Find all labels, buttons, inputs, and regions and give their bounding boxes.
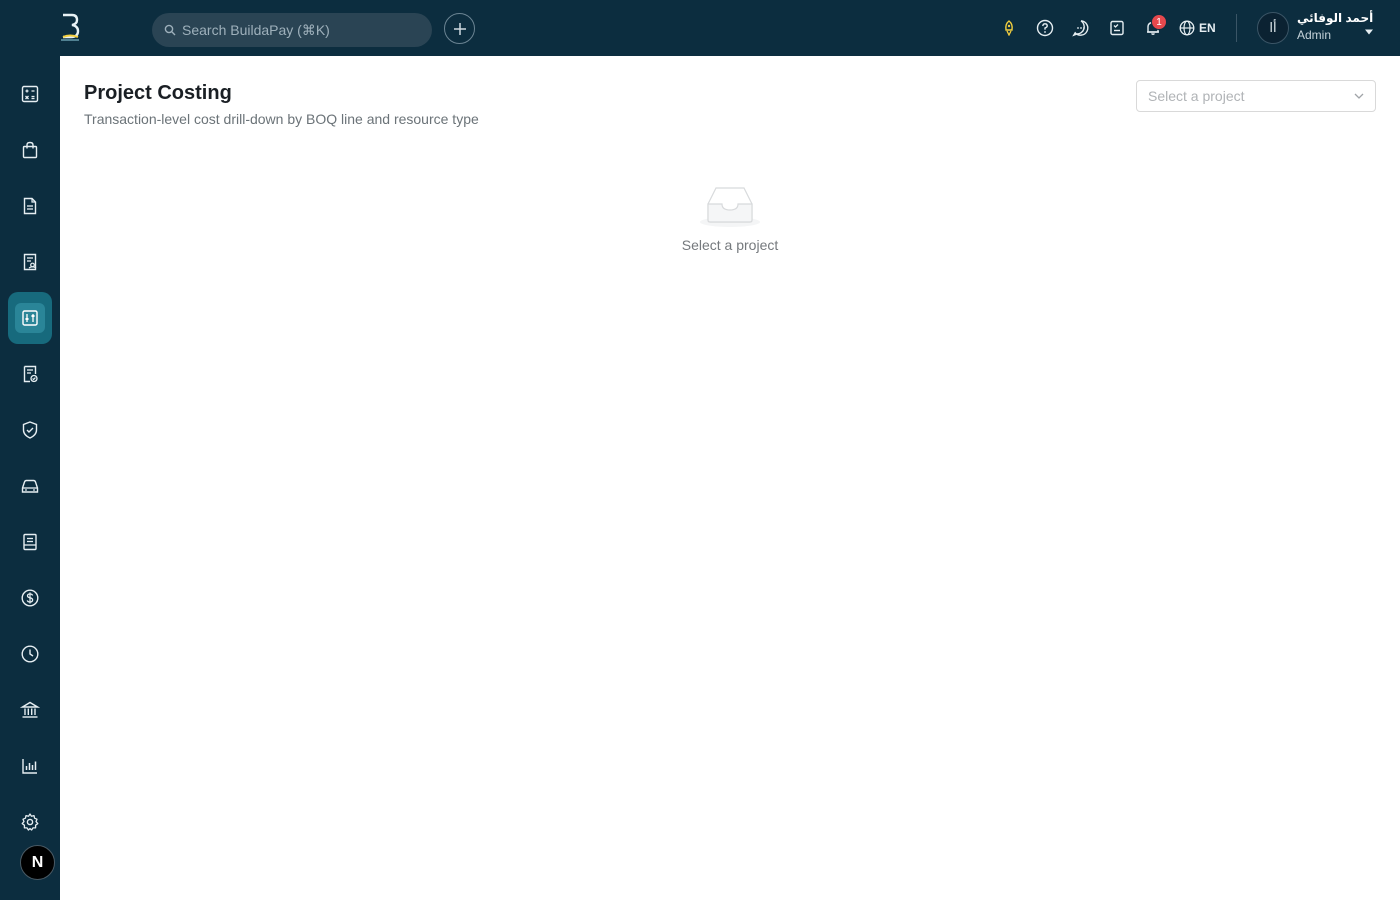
costing-icon (15, 303, 45, 333)
empty-state-text: Select a project (681, 237, 779, 253)
project-select-placeholder: Select a project (1148, 88, 1245, 104)
page-subtitle: Transaction-level cost drill-down by BOQ… (84, 111, 479, 127)
search-icon (164, 24, 176, 36)
language-switcher[interactable]: EN (1179, 17, 1216, 39)
top-header: 1 EN أا أحمد الوفائي Admin (0, 0, 1400, 56)
sidebar-item-settings[interactable] (8, 796, 52, 848)
sidebar-item-fleet[interactable] (8, 460, 52, 512)
sidebar-item-reports[interactable] (8, 740, 52, 792)
sidebar-item-finance[interactable] (8, 572, 52, 624)
car-icon (20, 476, 40, 496)
sidebar-item-estimating[interactable] (8, 68, 52, 120)
help-button[interactable] (1034, 17, 1056, 39)
sidebar-item-timesheets[interactable] (8, 628, 52, 680)
caret-down-icon (1365, 29, 1373, 35)
sidebar-item-procurement[interactable] (8, 124, 52, 176)
document-icon (20, 196, 40, 216)
user-role: Admin (1297, 28, 1332, 42)
search-box[interactable] (152, 13, 432, 47)
sidebar-item-contracts[interactable] (8, 236, 52, 288)
help-icon (1036, 19, 1054, 37)
search-input[interactable] (182, 22, 412, 38)
shield-check-icon (20, 420, 40, 440)
settings-icon (20, 812, 40, 832)
clock-icon (20, 644, 40, 664)
sidebar-item-project-costing[interactable] (8, 292, 52, 344)
notification-badge: 1 (1151, 14, 1167, 30)
dollar-icon (20, 588, 40, 608)
sidebar-item-documents[interactable] (8, 180, 52, 232)
chat-icon (1072, 20, 1089, 37)
rocket-icon (1005, 20, 1013, 36)
checklist-icon (1110, 20, 1124, 36)
sidebar-item-quality[interactable] (8, 404, 52, 456)
bank-icon (20, 700, 40, 720)
plus-icon (453, 22, 466, 35)
language-label: EN (1199, 21, 1216, 35)
bar-chart-icon (20, 756, 40, 776)
contract-icon (20, 252, 40, 272)
page-title: Project Costing (84, 82, 232, 104)
user-menu-caret[interactable] (1364, 23, 1374, 41)
receipt-icon (20, 532, 40, 552)
workspace-badge[interactable]: N (20, 845, 55, 880)
sidebar-item-banking[interactable] (8, 684, 52, 736)
sidebar-item-invoices[interactable] (8, 516, 52, 568)
approval-doc-icon (20, 364, 40, 384)
globe-icon (1179, 20, 1195, 36)
calculator-icon (20, 84, 40, 104)
project-select[interactable]: Select a project (1136, 80, 1376, 112)
sidebar: N (0, 56, 60, 900)
shopping-bag-icon (20, 140, 40, 160)
buildapay-logo[interactable] (58, 12, 82, 44)
sidebar-item-approvals[interactable] (8, 348, 52, 400)
chevron-down-icon (1354, 93, 1364, 99)
add-button[interactable] (444, 13, 475, 44)
empty-inbox-icon (698, 184, 762, 228)
tasks-button[interactable] (1106, 17, 1128, 39)
chat-button[interactable] (1070, 17, 1092, 39)
user-name: أحمد الوفائي (1297, 11, 1374, 25)
header-divider (1236, 14, 1237, 42)
user-avatar[interactable]: أا (1257, 12, 1289, 44)
rocket-button[interactable] (998, 17, 1020, 39)
